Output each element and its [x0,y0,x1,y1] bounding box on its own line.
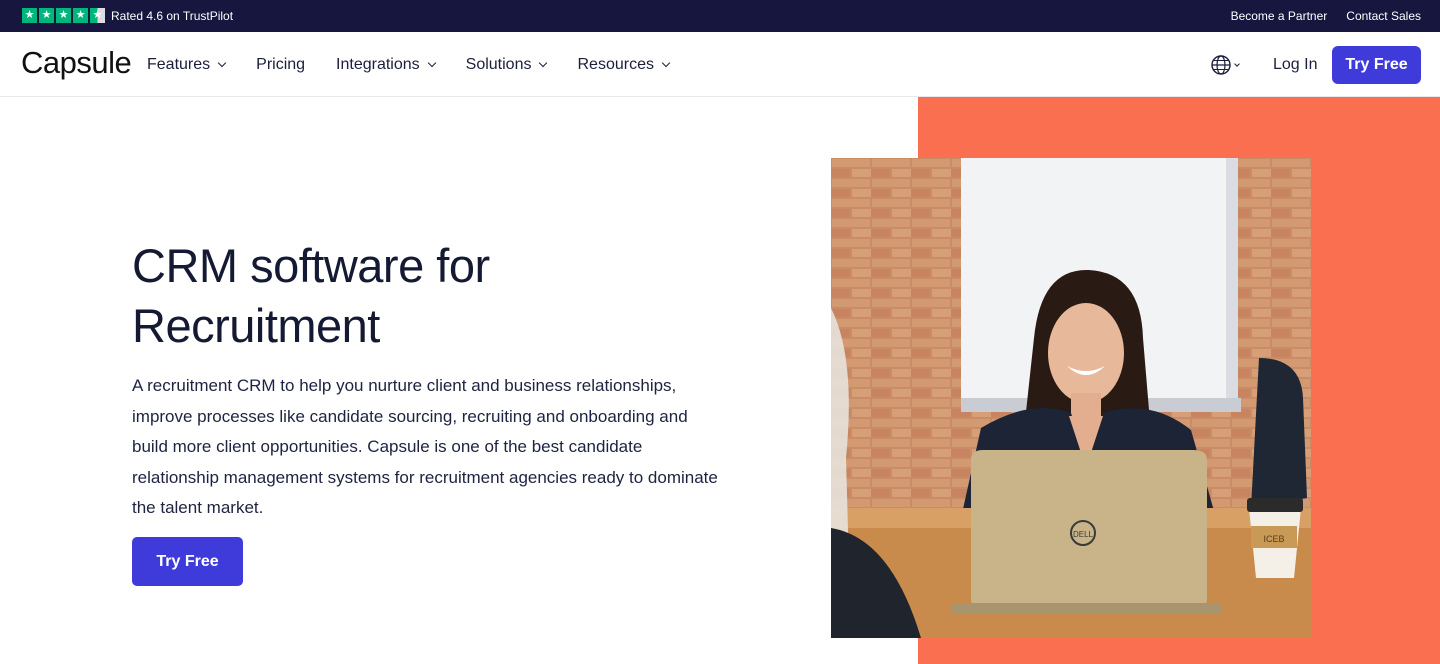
hero-title-line: Recruitment [132,299,380,352]
hero-title-line: CRM software for [132,239,490,292]
chevron-down-icon [427,58,436,68]
hero-title: CRM software for Recruitment [132,236,692,356]
half-star-icon: ★ [90,8,105,23]
chevron-down-icon [217,58,227,68]
capsule-logo[interactable]: Capsule [21,45,132,81]
trustpilot-stars: ★ ★ ★ ★ ★ [22,8,105,23]
nav-menu: Features Pricing Integrations Solutions … [147,56,700,74]
main-nav: Capsule Features Pricing Integrations So… [0,32,1440,97]
hero-description: A recruitment CRM to help you nurture cl… [132,376,718,517]
cup-text: ICEB [1263,534,1284,544]
star-icon: ★ [39,8,54,23]
nav-item-label: Resources [577,56,654,73]
nav-item-label: Pricing [256,56,306,73]
nav-item-label: Solutions [465,56,532,73]
star-icon: ★ [22,8,37,23]
try-free-nav-button[interactable]: Try Free [1332,46,1421,84]
hero-photo: DELL ICEB [831,158,1311,638]
nav-item-solutions[interactable]: Solutions [465,56,548,74]
nav-item-integrations[interactable]: Integrations [336,56,436,74]
top-bar: ★ ★ ★ ★ ★ Rated 4.6 on TrustPilot Become… [0,0,1440,32]
star-icon: ★ [56,8,71,23]
login-link[interactable]: Log In [1273,56,1317,74]
chevron-down-icon [539,58,548,68]
laptop-brand-text: DELL [1073,530,1094,539]
nav-item-label: Integrations [336,56,420,73]
contact-sales-link[interactable]: Contact Sales [1346,9,1421,23]
hero-photo-illustration: DELL ICEB [831,158,1311,638]
top-links: Become a Partner Contact Sales [1231,9,1421,23]
become-partner-link[interactable]: Become a Partner [1231,9,1328,23]
chevron-down-icon [661,58,671,68]
nav-item-resources[interactable]: Resources [577,56,671,74]
chevron-down-icon [1234,60,1240,67]
language-selector[interactable] [1210,54,1240,76]
try-free-hero-button[interactable]: Try Free [132,537,243,586]
star-icon: ★ [73,8,88,23]
trustpilot-rating: Rated 4.6 on TrustPilot [111,9,234,23]
nav-item-label: Features [147,56,211,73]
globe-icon [1211,55,1231,75]
nav-item-features[interactable]: Features [147,56,227,74]
nav-item-pricing[interactable]: Pricing [256,56,305,74]
